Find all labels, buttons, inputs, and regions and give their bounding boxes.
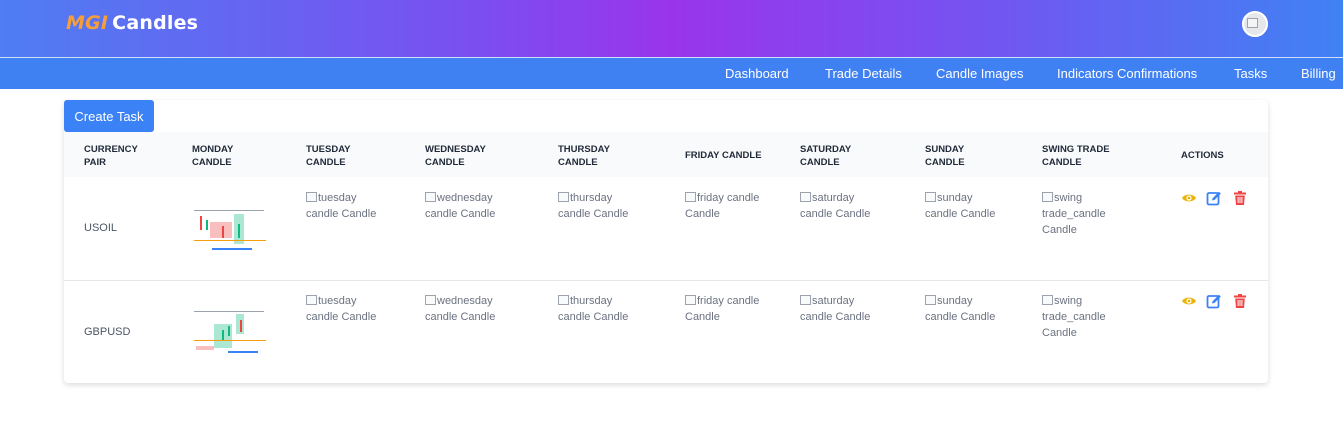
main-nav: Dashboard Trade Details Candle Images In… <box>0 57 1343 89</box>
swing-trade-candle-image[interactable]: swing trade_candle Candle <box>1042 190 1106 238</box>
broken-image-icon <box>558 192 569 202</box>
currency-pair-cell: GBPUSD <box>84 326 131 338</box>
broken-image-icon <box>925 192 936 202</box>
candle <box>222 226 224 238</box>
currency-pair-cell: USOIL <box>84 222 118 234</box>
brand-mgi: MGI <box>66 12 109 34</box>
tuesday-candle-image[interactable]: tuesday candle Candle <box>306 293 376 325</box>
swing-trade-candle-image[interactable]: swing trade_candle Candle <box>1042 293 1106 341</box>
nav-indicators-confirmations[interactable]: Indicators Confirmations <box>1057 66 1197 81</box>
sunday-candle-image[interactable]: sunday candle Candle <box>925 293 995 325</box>
sell-zone <box>196 346 214 350</box>
broken-image-icon <box>306 295 317 305</box>
wednesday-candle-image[interactable]: wednesday candle Candle <box>425 293 495 325</box>
monday-candle-image[interactable] <box>192 204 268 252</box>
chart-axis-bar <box>212 248 252 250</box>
row-actions <box>1181 190 1251 206</box>
table-header: CURRENCY PAIR MONDAY CANDLE TUESDAY CANDLE … <box>64 132 1268 177</box>
th-swing-trade-candle: SWING TRADE CANDLE <box>1042 144 1110 168</box>
monday-candle-image[interactable] <box>192 306 268 354</box>
nav-candle-images[interactable]: Candle Images <box>936 66 1023 81</box>
thursday-candle-image[interactable]: thursday candle Candle <box>558 293 628 325</box>
candle <box>222 330 224 340</box>
candle <box>240 320 242 332</box>
candle <box>228 326 230 336</box>
eye-icon[interactable] <box>1181 293 1197 309</box>
broken-image-icon <box>1042 192 1053 202</box>
friday-candle-image[interactable]: friday candle Candle <box>685 190 759 222</box>
row-divider <box>64 280 1268 281</box>
th-currency-pair: CURRENCY PAIR <box>84 144 138 168</box>
friday-candle-image[interactable]: friday candle Candle <box>685 293 759 325</box>
broken-image-icon <box>800 295 811 305</box>
eye-icon[interactable] <box>1181 190 1197 206</box>
chart-line <box>194 240 266 241</box>
candle <box>200 216 202 230</box>
sunday-candle-image[interactable]: sunday candle Candle <box>925 190 995 222</box>
th-monday-candle: MONDAY CANDLE <box>192 144 234 168</box>
trash-icon[interactable] <box>1232 293 1248 309</box>
th-thursday-candle: THURSDAY CANDLE <box>558 144 610 168</box>
broken-image-icon <box>800 192 811 202</box>
chart-line <box>194 311 264 312</box>
brand-candles: Candles <box>112 12 199 34</box>
create-task-button[interactable]: Create Task <box>64 100 154 132</box>
chart-axis-bar <box>228 351 258 353</box>
nav-dashboard[interactable]: Dashboard <box>725 66 789 81</box>
broken-image-icon <box>306 192 317 202</box>
broken-image-icon <box>558 295 569 305</box>
chart-line <box>194 340 266 341</box>
thursday-candle-image[interactable]: thursday candle Candle <box>558 190 628 222</box>
edit-icon[interactable] <box>1206 190 1222 206</box>
broken-image-icon <box>925 295 936 305</box>
th-tuesday-candle: TUESDAY CANDLE <box>306 144 351 168</box>
th-actions: ACTIONS <box>1181 150 1224 161</box>
broken-image-icon <box>425 192 436 202</box>
row-actions <box>1181 293 1251 309</box>
saturday-candle-image[interactable]: saturday candle Candle <box>800 190 870 222</box>
candle <box>238 224 240 238</box>
user-avatar[interactable] <box>1242 11 1268 37</box>
broken-image-icon <box>1042 295 1053 305</box>
nav-tasks[interactable]: Tasks <box>1234 66 1267 81</box>
nav-trade-details[interactable]: Trade Details <box>825 66 902 81</box>
broken-image-icon <box>685 295 696 305</box>
edit-icon[interactable] <box>1206 293 1222 309</box>
tuesday-candle-image[interactable]: tuesday candle Candle <box>306 190 376 222</box>
broken-image-icon <box>425 295 436 305</box>
sell-zone <box>210 222 232 238</box>
th-wednesday-candle: WEDNESDAY CANDLE <box>425 144 486 168</box>
wednesday-candle-image[interactable]: wednesday candle Candle <box>425 190 495 222</box>
candle <box>206 220 208 230</box>
th-sunday-candle: SUNDAY CANDLE <box>925 144 965 168</box>
saturday-candle-image[interactable]: saturday candle Candle <box>800 293 870 325</box>
th-friday-candle: FRIDAY CANDLE <box>685 150 762 161</box>
brand-logo[interactable]: MGI Candles <box>66 12 198 34</box>
broken-image-icon <box>685 192 696 202</box>
chart-line <box>194 210 264 211</box>
nav-billing[interactable]: Billing <box>1301 66 1336 81</box>
trash-icon[interactable] <box>1232 190 1248 206</box>
th-saturday-candle: SATURDAY CANDLE <box>800 144 852 168</box>
